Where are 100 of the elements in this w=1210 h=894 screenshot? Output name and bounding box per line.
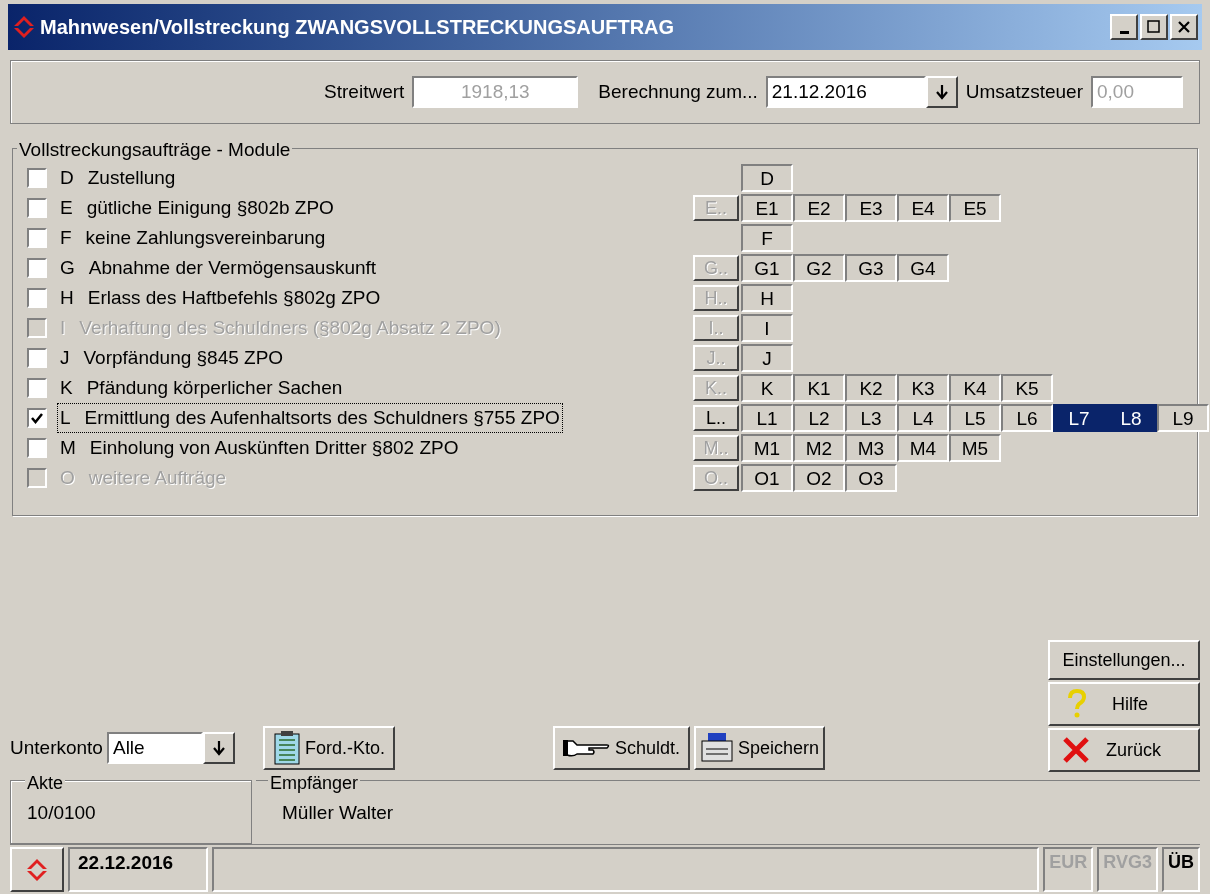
module-button[interactable]: L7 xyxy=(1053,404,1105,432)
date-field[interactable]: 21.12.2016 xyxy=(765,76,926,108)
module-label[interactable]: F keine Zahlungsvereinbarung xyxy=(57,222,329,254)
minimize-button[interactable] xyxy=(1110,14,1138,40)
module-button[interactable]: E1 xyxy=(741,194,793,222)
checkmark-icon xyxy=(30,411,44,425)
maximize-icon xyxy=(1147,20,1161,34)
dropdown-button[interactable] xyxy=(925,76,958,108)
module-name: Ermittlung des Aufenhaltsorts des Schuldners §755 ZPO xyxy=(84,405,560,430)
module-button[interactable]: L4 xyxy=(897,404,949,432)
schuldt-button[interactable]: Schuldt. xyxy=(553,726,691,770)
module-letter: E xyxy=(60,195,73,220)
module-name: Zustellung xyxy=(87,165,176,190)
checkbox[interactable] xyxy=(27,288,47,308)
zurueck-button[interactable]: Zurück xyxy=(1048,728,1200,772)
printer-icon xyxy=(700,732,735,764)
module-button[interactable]: G3 xyxy=(845,254,897,282)
ford-kto-button[interactable]: Ford.-Kto. xyxy=(262,726,395,770)
module-button[interactable]: L3 xyxy=(845,404,897,432)
module-button[interactable]: M2 xyxy=(793,434,845,462)
module-name: Einholung von Auskünften Dritter §802 ZPO xyxy=(89,435,459,460)
checkbox[interactable] xyxy=(27,198,47,218)
maximize-button[interactable] xyxy=(1140,14,1168,40)
module-button[interactable]: E5 xyxy=(949,194,1001,222)
module-button[interactable]: L2 xyxy=(793,404,845,432)
module-button[interactable]: K1 xyxy=(793,374,845,402)
einstellungen-button[interactable]: Einstellungen... xyxy=(1048,640,1200,680)
module-button[interactable]: L1 xyxy=(741,404,793,432)
checkbox[interactable] xyxy=(27,408,47,428)
checkbox[interactable] xyxy=(27,228,47,248)
module-button[interactable]: F xyxy=(741,224,793,252)
unterkonto-field[interactable]: Alle xyxy=(106,732,203,764)
module-button[interactable]: L8 xyxy=(1105,404,1157,432)
close-icon xyxy=(1062,736,1090,764)
close-icon xyxy=(1177,20,1191,34)
module-label[interactable]: J Vorpfändung §845 ZPO xyxy=(57,342,287,374)
module-letter: L xyxy=(60,405,71,430)
module-label[interactable]: M Einholung von Auskünften Dritter §802 ZPO xyxy=(57,432,462,464)
question-mark-icon xyxy=(1066,689,1088,719)
module-button[interactable]: H xyxy=(741,284,793,312)
status-indicator: ÜB xyxy=(1162,847,1200,892)
module-letter: K xyxy=(60,375,73,400)
status-date: 22.12.2016 xyxy=(68,847,208,892)
checkbox[interactable] xyxy=(27,348,47,368)
module-name: Erlass des Haftbefehls §802g ZPO xyxy=(87,285,381,310)
checkbox[interactable] xyxy=(27,438,47,458)
down-arrow-icon xyxy=(934,84,949,100)
module-button[interactable]: E4 xyxy=(897,194,949,222)
module-letter: J xyxy=(60,345,70,370)
module-button[interactable]: J xyxy=(741,344,793,372)
module-button[interactable]: K2 xyxy=(845,374,897,402)
hilfe-button[interactable]: Hilfe xyxy=(1048,682,1200,726)
module-letter: D xyxy=(60,165,74,190)
module-button[interactable]: M1 xyxy=(741,434,793,462)
module-label[interactable]: H Erlass des Haftbefehls §802g ZPO xyxy=(57,282,384,314)
module-label[interactable]: D Zustellung xyxy=(57,162,179,194)
module-label[interactable]: K Pfändung körperlicher Sachen xyxy=(57,372,346,404)
module-button[interactable]: E2 xyxy=(793,194,845,222)
logo-button[interactable] xyxy=(10,847,64,892)
pointing-hand-icon xyxy=(563,737,611,759)
module-button[interactable]: E3 xyxy=(845,194,897,222)
logo-icon xyxy=(25,857,49,882)
module-button[interactable]: K5 xyxy=(1001,374,1053,402)
module-letter: G xyxy=(60,255,75,280)
module-button[interactable]: L5 xyxy=(949,404,1001,432)
checkbox[interactable] xyxy=(27,168,47,188)
minimize-icon xyxy=(1119,30,1129,34)
module-letter: H xyxy=(60,285,74,310)
module-button[interactable]: M3 xyxy=(845,434,897,462)
akte-value: 10/0100 xyxy=(27,802,96,823)
module-label[interactable]: G Abnahme der Vermögensauskunft xyxy=(57,252,380,284)
speichern-button[interactable]: Speichern xyxy=(694,726,826,770)
streitwert-label: Streitwert xyxy=(324,79,405,104)
module-button[interactable]: G2 xyxy=(793,254,845,282)
module-label[interactable]: L Ermittlung des Aufenhaltsorts des Schuldners §755 ZPO xyxy=(57,402,563,434)
window-title: Mahnwesen/Vollstreckung ZWANGSVOLLSTRECKUNGSAUFTRAG xyxy=(40,15,675,40)
module-button[interactable]: M4 xyxy=(897,434,949,462)
group-button[interactable]: L.. xyxy=(693,405,739,431)
dropdown-button[interactable] xyxy=(202,732,235,764)
module-button[interactable]: L6 xyxy=(1001,404,1053,432)
unterkonto-label: Unterkonto xyxy=(10,735,103,760)
module-button[interactable]: L9 xyxy=(1157,404,1209,432)
module-button[interactable]: G4 xyxy=(897,254,949,282)
module-name: Pfändung körperlicher Sachen xyxy=(86,375,343,400)
module-button[interactable]: K xyxy=(741,374,793,402)
module-button[interactable]: K3 xyxy=(897,374,949,402)
module-label[interactable]: E gütliche Einigung §802b ZPO xyxy=(57,192,337,224)
module-button[interactable]: K4 xyxy=(949,374,1001,402)
checkbox[interactable] xyxy=(27,258,47,278)
module-button[interactable]: G1 xyxy=(741,254,793,282)
empfaenger-value: Müller Walter xyxy=(282,802,394,823)
module-name: keine Zahlungsvereinbarung xyxy=(85,225,326,250)
berechnung-label: Berechnung zum... xyxy=(598,79,758,104)
notepad-icon xyxy=(272,731,301,765)
umsatzsteuer-label: Umsatzsteuer xyxy=(965,79,1083,104)
close-button[interactable] xyxy=(1170,14,1198,40)
checkbox[interactable] xyxy=(27,378,47,398)
module-name: gütliche Einigung §802b ZPO xyxy=(86,195,334,220)
module-button[interactable]: D xyxy=(741,164,793,192)
module-button[interactable]: M5 xyxy=(949,434,1001,462)
